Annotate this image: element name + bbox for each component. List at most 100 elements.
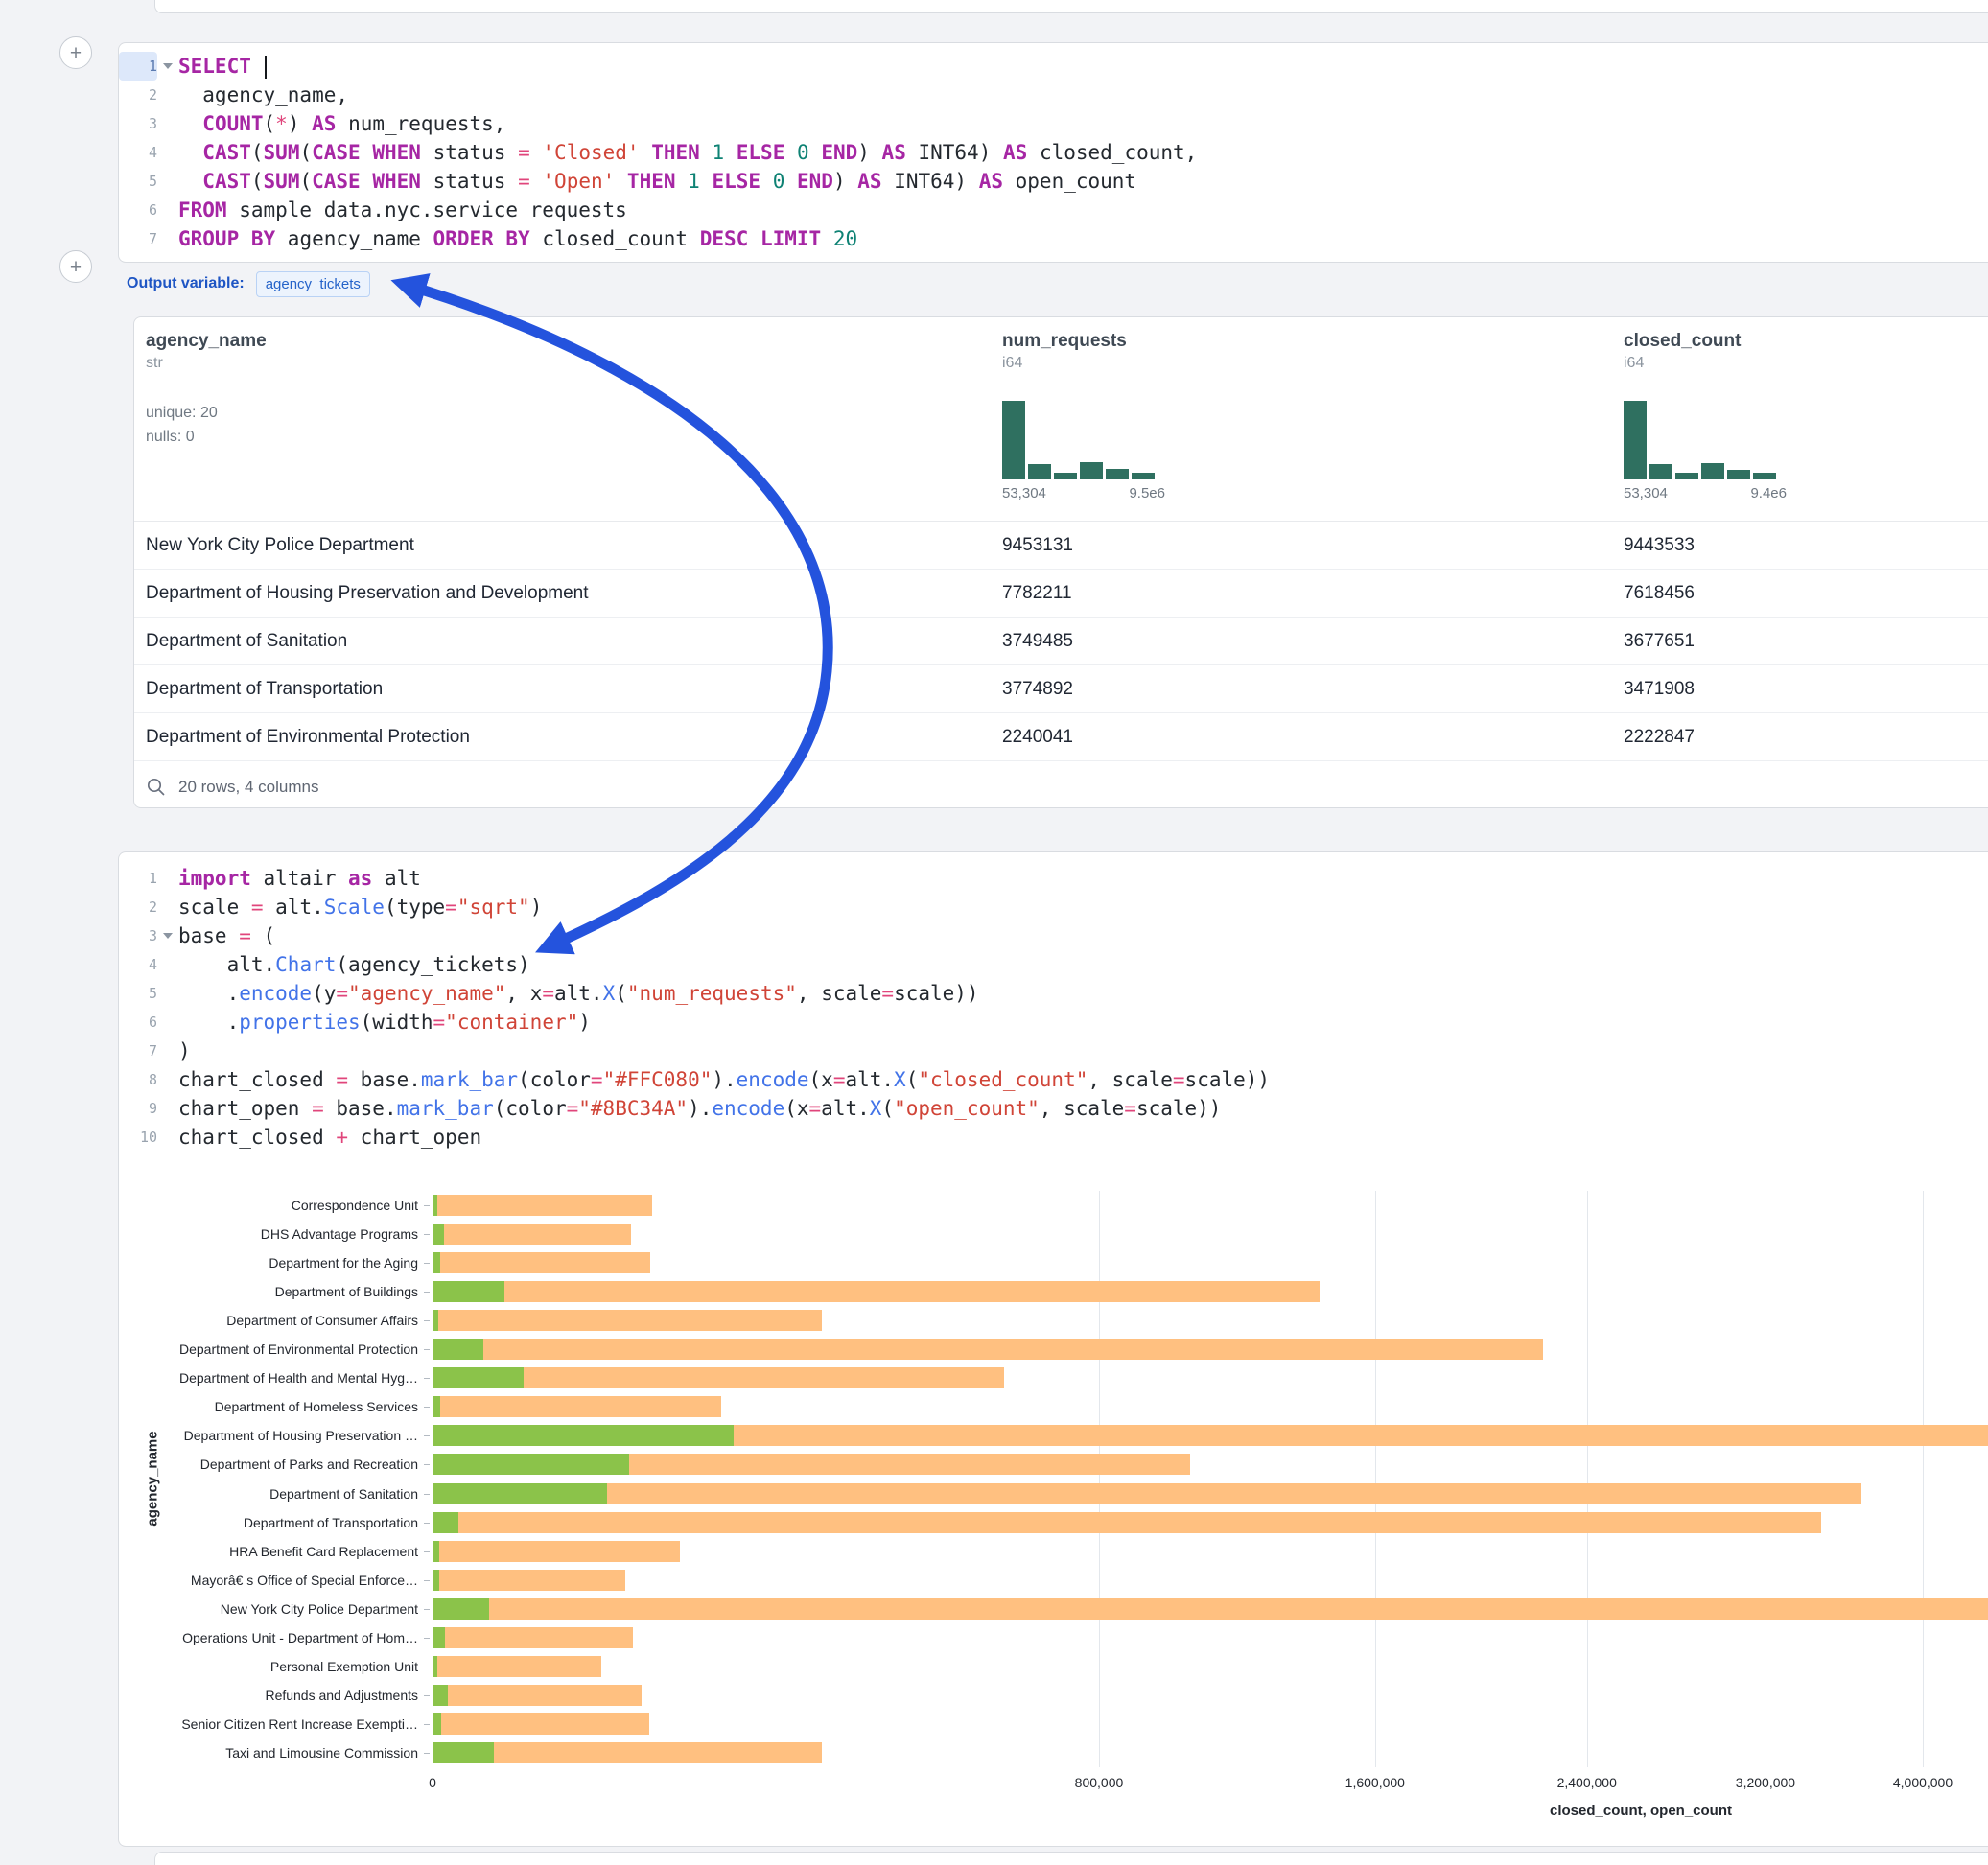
table-body: New York City Police Department945313194…: [134, 522, 1988, 761]
table-cell: 9453131: [1002, 535, 1073, 556]
y-tick: [424, 1234, 430, 1235]
column-header-agency-name[interactable]: agency_name str unique: 20 nulls: 0: [146, 331, 267, 449]
notebook-page: { "add_button_label": "+", "sql_cell": {…: [0, 0, 1988, 1864]
code-line: 4 CAST(SUM(CASE WHEN status = 'Closed' T…: [119, 138, 1988, 167]
sql-code-editor[interactable]: 1SELECT 2 agency_name,3 COUNT(*) AS num_…: [119, 43, 1988, 253]
x-tick-label: 0: [429, 1775, 436, 1790]
y-tick: [424, 1320, 430, 1321]
y-tick: [424, 1263, 430, 1264]
code-line: 1import altair as alt: [119, 864, 1988, 893]
column-meta-nulls: nulls: 0: [146, 425, 267, 449]
histogram-max: 9.4e6: [1750, 485, 1787, 501]
code-text: chart_open = base.mark_bar(color="#8BC34…: [178, 1094, 1988, 1123]
output-variable-label: Output variable:: [127, 275, 245, 292]
column-name: closed_count: [1624, 331, 1787, 352]
bar-open_count: [433, 1483, 607, 1504]
bar-open_count: [433, 1195, 437, 1216]
y-tick: [424, 1753, 430, 1754]
x-tick-label: 1,600,000: [1345, 1775, 1405, 1790]
y-axis-label: Department of Health and Mental Hyg…: [119, 1369, 418, 1387]
table-cell: 3677651: [1624, 631, 1695, 652]
add-cell-button[interactable]: +: [59, 250, 92, 283]
gridline: [1375, 1191, 1376, 1767]
fold-spacer: [157, 893, 178, 921]
histogram-bar: [1727, 470, 1750, 479]
y-tick: [424, 1551, 430, 1552]
table-row[interactable]: Department of Housing Preservation and D…: [134, 570, 1988, 618]
table-cell: Department of Sanitation: [146, 631, 347, 652]
x-tick-label: 2,400,000: [1557, 1775, 1617, 1790]
column-meta-unique: unique: 20: [146, 401, 267, 425]
column-type: i64: [1002, 355, 1165, 372]
fold-spacer: [157, 979, 178, 1008]
line-number: 7: [119, 224, 157, 253]
x-tick-label: 4,000,000: [1893, 1775, 1953, 1790]
add-cell-button[interactable]: +: [59, 36, 92, 69]
fold-spacer: [157, 196, 178, 224]
y-axis-label: Department of Sanitation: [119, 1485, 418, 1503]
histogram-bar: [1649, 464, 1672, 479]
table-cell: 2240041: [1002, 727, 1073, 748]
code-text: CAST(SUM(CASE WHEN status = 'Closed' THE…: [178, 138, 1988, 167]
histogram-bar: [1106, 469, 1129, 479]
fold-spacer: [157, 138, 178, 167]
bar-closed_count: [433, 1627, 633, 1648]
line-number: 9: [119, 1094, 157, 1123]
code-line: 6 .properties(width="container"): [119, 1008, 1988, 1037]
bar-open_count: [433, 1541, 439, 1562]
x-axis-title: closed_count, open_count: [1550, 1803, 1732, 1819]
chart-plot-area: [433, 1191, 1988, 1767]
search-icon[interactable]: [146, 777, 167, 798]
y-axis-label: Department of Environmental Protection: [119, 1340, 418, 1358]
text-cursor: [265, 56, 267, 79]
bar-closed_count: [433, 1541, 680, 1562]
bar-closed_count: [433, 1195, 652, 1216]
output-variable-chip[interactable]: agency_tickets: [256, 271, 370, 297]
fold-chevron-icon[interactable]: [157, 921, 178, 950]
python-code-editor[interactable]: 1import altair as alt2scale = alt.Scale(…: [119, 852, 1988, 1152]
table-row[interactable]: Department of Environmental Protection22…: [134, 713, 1988, 761]
y-axis-label: Department of Transportation: [119, 1514, 418, 1531]
bar-open_count: [433, 1627, 445, 1648]
table-row[interactable]: New York City Police Department945313194…: [134, 522, 1988, 570]
column-name: agency_name: [146, 331, 267, 352]
y-tick: [424, 1580, 430, 1581]
y-tick: [424, 1494, 430, 1495]
code-line: 2scale = alt.Scale(type="sqrt"): [119, 893, 1988, 921]
bar-open_count: [433, 1685, 448, 1706]
line-number: 4: [119, 138, 157, 167]
fold-chevron-icon[interactable]: [157, 52, 178, 81]
code-line: 8chart_closed = base.mark_bar(color="#FF…: [119, 1065, 1988, 1094]
y-axis-label: Senior Citizen Rent Increase Exempti…: [119, 1715, 418, 1733]
fold-spacer: [157, 167, 178, 196]
histogram-bar: [1132, 473, 1155, 479]
y-tick: [424, 1349, 430, 1350]
code-line: 3base = (: [119, 921, 1988, 950]
bar-open_count: [433, 1339, 483, 1360]
code-text: agency_name,: [178, 81, 1988, 109]
code-text: chart_closed = base.mark_bar(color="#FFC…: [178, 1065, 1988, 1094]
y-tick: [424, 1523, 430, 1524]
y-axis-title: agency_name: [145, 1431, 161, 1526]
bar-closed_count: [433, 1656, 601, 1677]
y-axis-label: Department of Parks and Recreation: [119, 1456, 418, 1473]
y-axis-label: Department of Buildings: [119, 1283, 418, 1300]
y-axis-label: DHS Advantage Programs: [119, 1225, 418, 1243]
table-row[interactable]: Department of Sanitation37494853677651: [134, 618, 1988, 665]
column-header-closed-count[interactable]: closed_count i64 53,304 9.4e6: [1624, 331, 1787, 501]
column-header-num-requests[interactable]: num_requests i64 53,304 9.5e6: [1002, 331, 1165, 501]
code-line: 5 .encode(y="agency_name", x=alt.X("num_…: [119, 979, 1988, 1008]
code-line: 7): [119, 1037, 1988, 1065]
table-cell: Department of Transportation: [146, 679, 383, 700]
code-text: base = (: [178, 921, 1988, 950]
y-axis-label: Refunds and Adjustments: [119, 1687, 418, 1704]
line-number: 6: [119, 1008, 157, 1037]
table-cell: 3471908: [1624, 679, 1695, 700]
y-tick: [424, 1638, 430, 1639]
code-text: scale = alt.Scale(type="sqrt"): [178, 893, 1988, 921]
y-axis-label: Department of Homeless Services: [119, 1398, 418, 1415]
gridline: [1099, 1191, 1100, 1767]
x-tick-label: 800,000: [1075, 1775, 1124, 1790]
column-histogram: [1002, 401, 1165, 479]
table-row[interactable]: Department of Transportation377489234719…: [134, 665, 1988, 713]
